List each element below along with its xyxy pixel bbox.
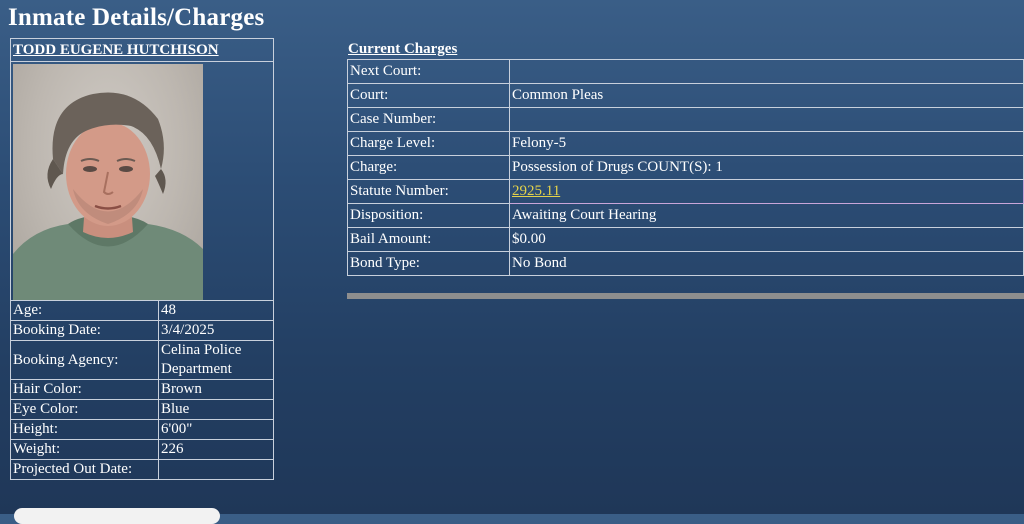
charge-value: 2925.11 — [509, 179, 1024, 204]
detail-value: Blue — [158, 399, 274, 420]
inmate-panel: TODD EUGENE HUTCHISON Age: 48 Booking Da… — [10, 38, 274, 480]
charges-panel: Current Charges Next Court: Court: Common … — [347, 40, 1024, 276]
charges-heading: Current Charges — [348, 41, 458, 57]
charge-label: Charge: — [347, 155, 510, 180]
detail-value: 226 — [158, 439, 274, 460]
detail-label: Age: — [10, 300, 159, 321]
detail-row: Age: 48 — [10, 300, 274, 321]
charge-row: Case Number: — [347, 107, 1024, 132]
charge-row: Charge Level: Felony-5 — [347, 131, 1024, 156]
charge-value — [509, 59, 1024, 84]
charge-label: Charge Level: — [347, 131, 510, 156]
page-title: Inmate Details/Charges — [8, 4, 265, 31]
charges-table: Next Court: Court: Common Pleas Case Number… — [347, 59, 1024, 276]
charge-label: Bail Amount: — [347, 227, 510, 252]
detail-row: Booking Date: 3/4/2025 — [10, 320, 274, 341]
charge-value: $0.00 — [509, 227, 1024, 252]
charge-value: No Bond — [509, 251, 1024, 276]
charge-label: Next Court: — [347, 59, 510, 84]
charge-label: Disposition: — [347, 203, 510, 228]
charge-row: Next Court: — [347, 59, 1024, 84]
detail-label: Projected Out Date: — [10, 459, 159, 480]
detail-label: Booking Date: — [10, 320, 159, 341]
charge-value: Possession of Drugs COUNT(S): 1 — [509, 155, 1024, 180]
detail-label: Hair Color: — [10, 379, 159, 400]
detail-value: Celina Police Department — [158, 340, 274, 380]
charge-row: Disposition: Awaiting Court Hearing — [347, 203, 1024, 228]
detail-label: Height: — [10, 419, 159, 440]
charges-divider — [347, 293, 1024, 299]
charge-value: Awaiting Court Hearing — [509, 203, 1024, 228]
detail-row: Booking Agency: Celina Police Department — [10, 340, 274, 380]
booking-photo-cell — [10, 61, 274, 300]
inmate-name: TODD EUGENE HUTCHISON — [10, 38, 274, 61]
detail-value — [158, 459, 274, 480]
charge-row: Bond Type: No Bond — [347, 251, 1024, 276]
detail-row: Height: 6'00" — [10, 419, 274, 440]
charge-label: Case Number: — [347, 107, 510, 132]
charge-label: Court: — [347, 83, 510, 108]
detail-value: 48 — [158, 300, 274, 321]
detail-row: Hair Color: Brown — [10, 379, 274, 400]
detail-value: 6'00" — [158, 419, 274, 440]
charge-row: Bail Amount: $0.00 — [347, 227, 1024, 252]
charge-row: Statute Number: 2925.11 — [347, 179, 1024, 204]
charge-label: Bond Type: — [347, 251, 510, 276]
detail-row: Eye Color: Blue — [10, 399, 274, 420]
detail-value: 3/4/2025 — [158, 320, 274, 341]
detail-row: Weight: 226 — [10, 439, 274, 460]
bottom-pill — [14, 508, 220, 524]
detail-value: Brown — [158, 379, 274, 400]
detail-row: Projected Out Date: — [10, 459, 274, 480]
charge-value: Felony-5 — [509, 131, 1024, 156]
booking-photo — [13, 64, 203, 300]
charge-row: Charge: Possession of Drugs COUNT(S): 1 — [347, 155, 1024, 180]
charge-value — [509, 107, 1024, 132]
inmate-details-table: Age: 48 Booking Date: 3/4/2025 Booking Agenc… — [10, 300, 274, 480]
charge-value: Common Pleas — [509, 83, 1024, 108]
statute-number-link[interactable]: 2925.11 — [512, 183, 560, 199]
charge-label: Statute Number: — [347, 179, 510, 204]
detail-label: Weight: — [10, 439, 159, 460]
charge-row: Court: Common Pleas — [347, 83, 1024, 108]
detail-label: Eye Color: — [10, 399, 159, 420]
detail-label: Booking Agency: — [10, 340, 159, 380]
